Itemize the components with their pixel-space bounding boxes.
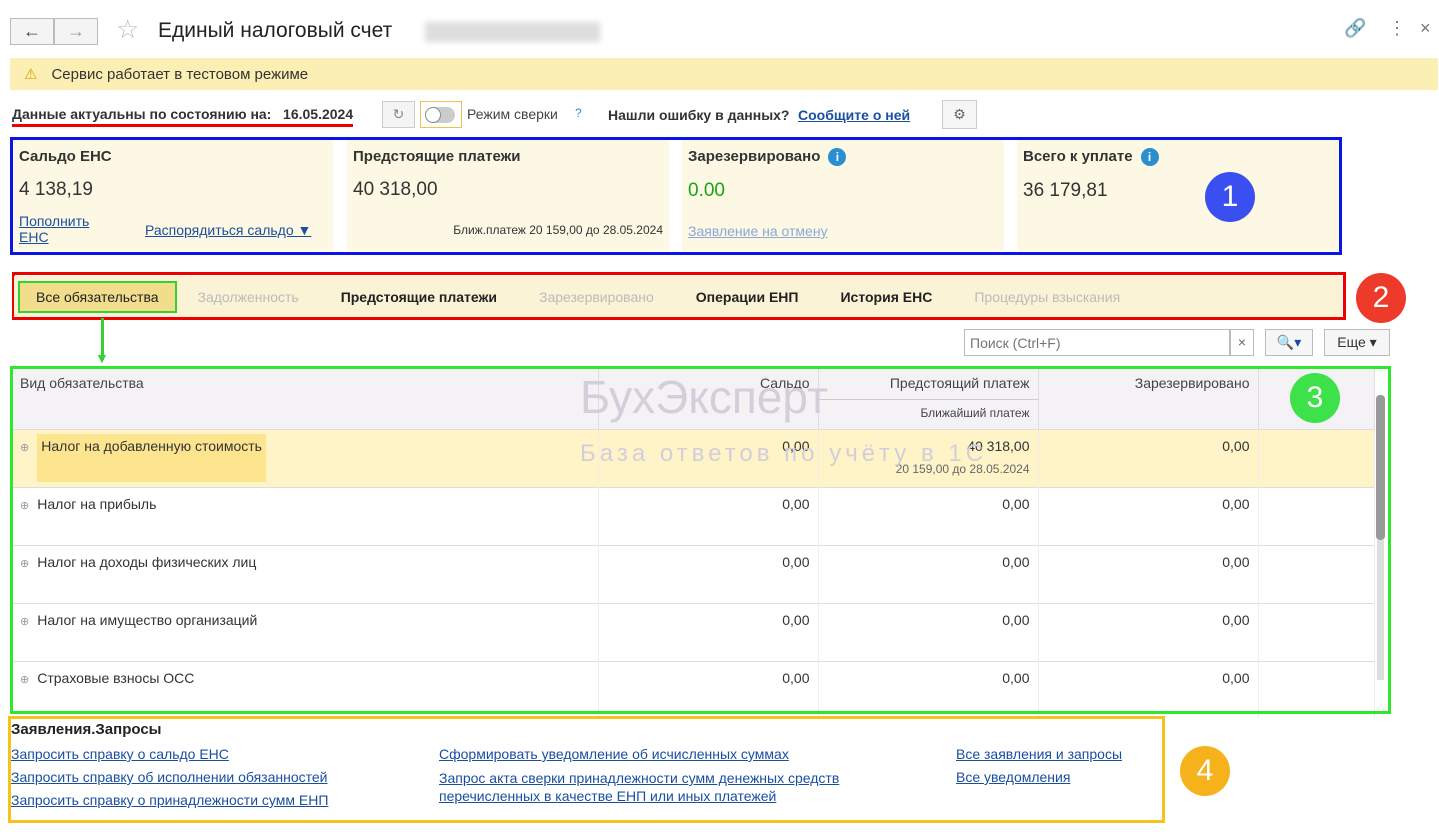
tab-all[interactable]: Все обязательства <box>18 280 177 313</box>
tab-debt[interactable]: Задолженность <box>177 289 320 305</box>
all-notifications-link[interactable]: Все уведомления <box>956 769 1122 785</box>
manage-saldo-link[interactable]: Распорядиться сальдо ▼ <box>145 222 311 238</box>
tab-reserved[interactable]: Зарезервировано <box>518 289 675 305</box>
warning-icon: ⚠ <box>24 66 38 83</box>
create-notification-link[interactable]: Сформировать уведомление об исчисленных … <box>439 746 889 762</box>
blurred-company-name <box>425 22 600 42</box>
more-button[interactable]: Еще ▾ <box>1324 329 1390 356</box>
nearest-payment-note: Ближ.платеж 20 159,00 до 28.05.2024 <box>453 223 663 237</box>
cancel-request-link[interactable]: Заявление на отмену <box>688 223 828 239</box>
forward-button[interactable]: → <box>54 18 98 45</box>
badge-4: 4 <box>1180 746 1230 796</box>
close-icon[interactable]: × <box>1420 18 1431 39</box>
error-question: Нашли ошибку в данных? <box>608 107 790 123</box>
test-mode-notice: ⚠ Сервис работает в тестовом режиме <box>10 58 1438 90</box>
favorite-star-icon[interactable]: ☆ <box>116 14 139 45</box>
request-ownership-link[interactable]: Запросить справку о принадлежности сумм … <box>11 792 328 808</box>
info-icon[interactable]: i <box>1140 148 1159 166</box>
link-icon[interactable]: 🔗 <box>1344 18 1366 39</box>
badge-3: 3 <box>1290 373 1340 423</box>
status-line: Данные актуальны по состоянию на: 16.05.… <box>12 106 354 127</box>
requests-title: Заявления.Запросы <box>11 721 162 738</box>
tab-history[interactable]: История ЕНС <box>819 289 953 305</box>
search-input[interactable] <box>964 329 1230 356</box>
card-reserved: Зарезервировано i 0.00 Заявление на отмену <box>682 140 1004 251</box>
arrow-head-icon: ▼ <box>95 350 109 366</box>
all-requests-link[interactable]: Все заявления и запросы <box>956 746 1122 762</box>
tab-operations[interactable]: Операции ЕНП <box>675 289 820 305</box>
badge-2: 2 <box>1356 273 1406 323</box>
refresh-button[interactable]: ↻ <box>382 101 415 128</box>
more-menu-icon[interactable]: ⋮ <box>1388 18 1406 39</box>
report-error-link[interactable]: Сообщите о ней <box>798 107 910 123</box>
help-link[interactable]: ? <box>575 106 582 120</box>
page-title: Единый налоговый счет <box>158 19 393 42</box>
tab-upcoming[interactable]: Предстоящие платежи <box>320 289 518 305</box>
card-saldo: Сальдо ЕНС 4 138,19 Пополнить ЕНС Распоря… <box>13 140 333 251</box>
reconciliation-act-link[interactable]: Запрос акта сверки принадлежности сумм д… <box>439 769 889 805</box>
badge-1: 1 <box>1205 172 1255 222</box>
tab-collection[interactable]: Процедуры взыскания <box>953 289 1141 305</box>
reconcile-toggle[interactable] <box>420 101 462 128</box>
clear-search-icon[interactable]: × <box>1230 329 1254 356</box>
request-duties-link[interactable]: Запросить справку об исполнении обязанно… <box>11 769 328 785</box>
back-button[interactable]: ← <box>10 18 54 45</box>
table-frame <box>10 366 1391 714</box>
card-upcoming: Предстоящие платежи 40 318,00 Ближ.платеж… <box>347 140 669 251</box>
top-up-link[interactable]: Пополнить ЕНС <box>19 213 109 245</box>
info-icon[interactable]: i <box>828 148 847 166</box>
tabs-bar: Все обязательства Задолженность Предстоя… <box>14 276 1342 317</box>
card-total: Всего к уплате i 36 179,81 <box>1017 140 1339 251</box>
reconcile-label: Режим сверки <box>467 106 558 122</box>
search-button[interactable]: 🔍▾ <box>1265 329 1313 356</box>
settings-gear-icon[interactable]: ⚙ <box>942 100 977 129</box>
request-saldo-link[interactable]: Запросить справку о сальдо ЕНС <box>11 746 328 762</box>
